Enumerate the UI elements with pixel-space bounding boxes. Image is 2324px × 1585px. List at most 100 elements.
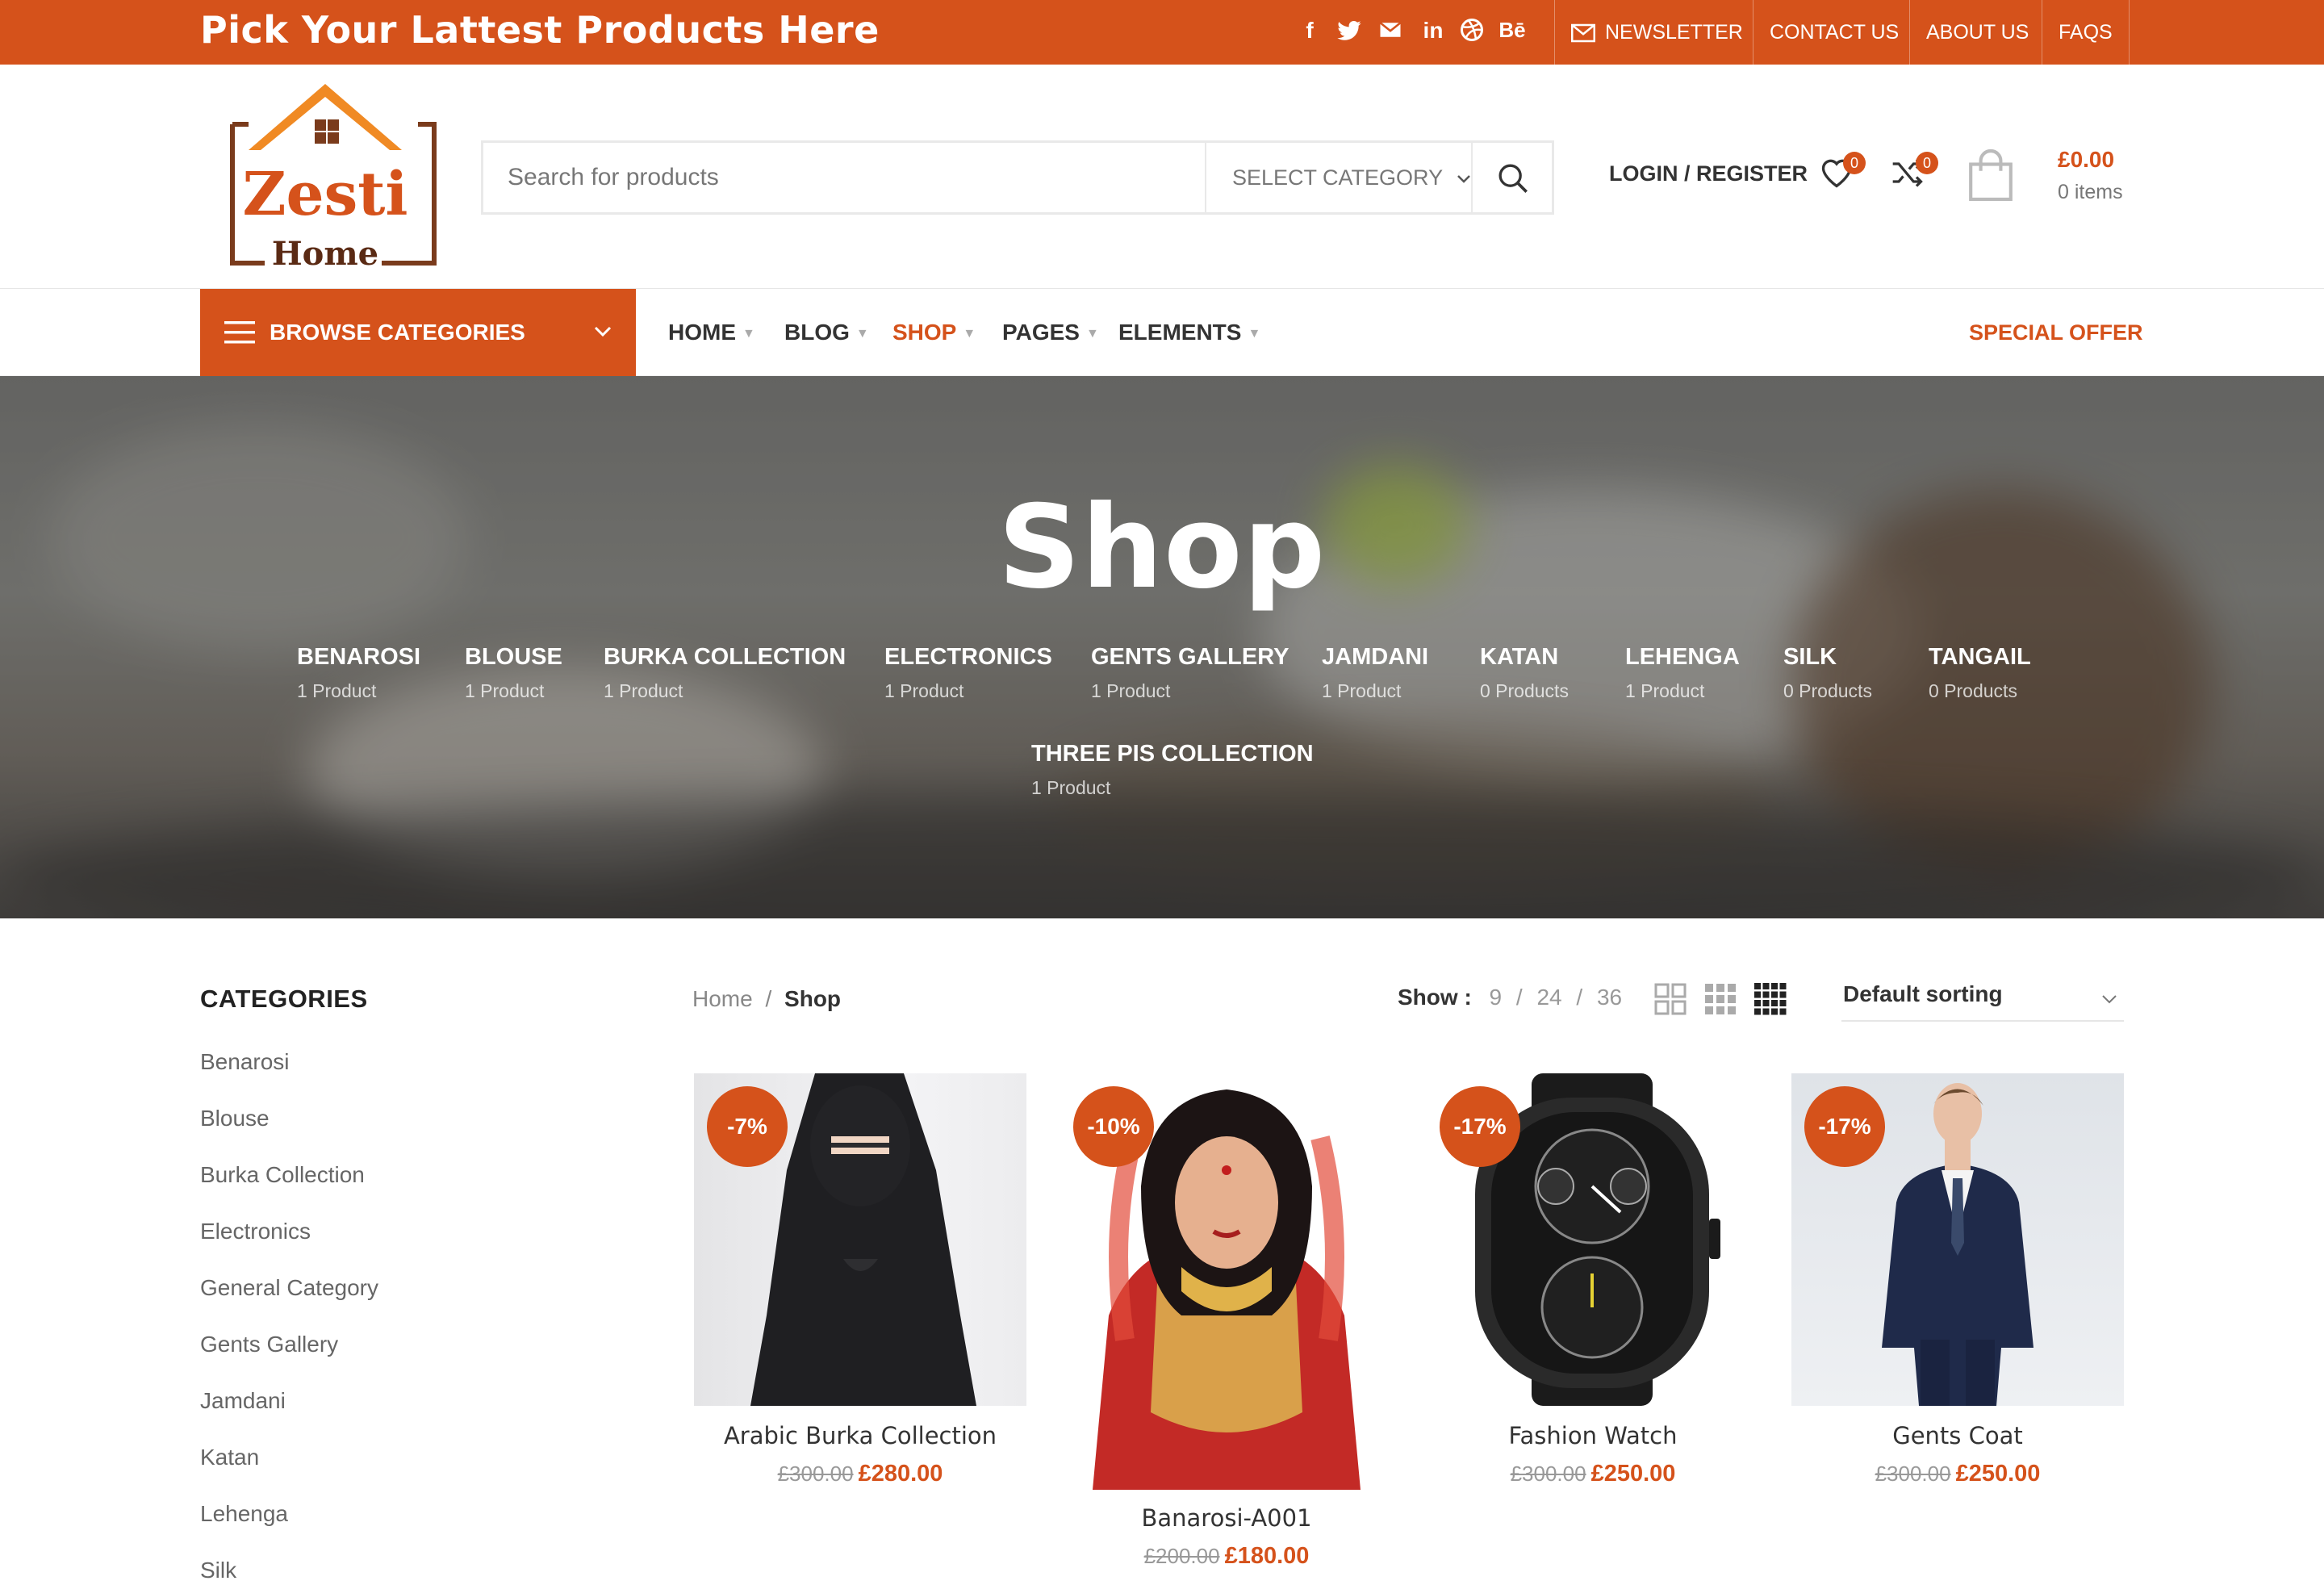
grid-3-columns-icon[interactable]: [1704, 983, 1737, 1015]
nav-elements-label: ELEMENTS: [1118, 320, 1242, 345]
linkedin-icon[interactable]: in: [1419, 18, 1448, 47]
hero-category-benarosi[interactable]: BENAROSI 1 Product: [297, 644, 420, 702]
product-name[interactable]: Arabic Burka Collection: [694, 1422, 1026, 1449]
product-old-price: £300.00: [1510, 1462, 1586, 1486]
top-bar-tagline: Pick Your Lattest Products Here: [200, 8, 880, 52]
grid-4-columns-icon[interactable]: [1754, 983, 1787, 1015]
sidebar-item-blouse[interactable]: Blouse: [200, 1106, 270, 1131]
hero-category-burka-collection[interactable]: BURKA COLLECTION 1 Product: [604, 644, 846, 702]
product-old-price: £300.00: [777, 1462, 854, 1486]
dribbble-icon[interactable]: [1457, 18, 1486, 47]
product-sale-price: £180.00: [1224, 1543, 1310, 1569]
facebook-icon[interactable]: f: [1301, 18, 1319, 47]
behance-icon[interactable]: Bē: [1494, 18, 1530, 47]
sidebar-item-silk[interactable]: Silk: [200, 1558, 236, 1583]
product-old-price: £300.00: [1875, 1462, 1951, 1486]
newsletter-link[interactable]: NEWSLETTER: [1554, 0, 1759, 65]
product-price: £300.00 £250.00: [1427, 1461, 1759, 1487]
discount-badge: -17%: [1804, 1086, 1885, 1167]
hero-category-katan[interactable]: KATAN 0 Products: [1480, 644, 1569, 702]
faqs-link[interactable]: FAQS: [2042, 0, 2130, 65]
product-sale-price: £280.00: [858, 1461, 943, 1487]
hero-category-silk[interactable]: SILK 0 Products: [1783, 644, 1872, 702]
sidebar-item-burka-collection[interactable]: Burka Collection: [200, 1162, 365, 1188]
product-image[interactable]: -7%: [694, 1073, 1026, 1406]
newsletter-label: NEWSLETTER: [1605, 21, 1743, 44]
sidebar-item-katan[interactable]: Katan: [200, 1445, 259, 1470]
sort-select[interactable]: Default sorting: [1841, 978, 2124, 1022]
hero-category-gents-gallery[interactable]: GENTS GALLERY 1 Product: [1091, 644, 1289, 702]
show-option-24[interactable]: 24: [1536, 985, 1561, 1010]
logo-word-zesti: Zesti: [242, 160, 408, 229]
hero-category-name: BLOUSE: [465, 644, 562, 670]
discount-badge: -10%: [1073, 1086, 1154, 1167]
hero-category-count: 1 Product: [1091, 680, 1171, 701]
show-label: Show :: [1398, 985, 1472, 1010]
hero-category-electronics[interactable]: ELECTRONICS 1 Product: [884, 644, 1052, 702]
hero-category-count: 1 Product: [1625, 680, 1705, 701]
chevron-down-icon: ▼: [855, 326, 869, 341]
hero-category-three-pis-collection[interactable]: THREE PIS COLLECTION 1 Product: [1031, 741, 1314, 799]
nav-shop[interactable]: SHOP ▼: [892, 289, 976, 376]
product-image[interactable]: -17%: [1427, 1073, 1759, 1406]
nav-elements[interactable]: ELEMENTS ▼: [1118, 289, 1260, 376]
hero-category-count: 1 Product: [297, 680, 377, 701]
sidebar-item-benarosi[interactable]: Benarosi: [200, 1049, 290, 1075]
hero-category-tangail[interactable]: TANGAIL 0 Products: [1929, 644, 2031, 702]
sidebar-item-gents-gallery[interactable]: Gents Gallery: [200, 1332, 338, 1357]
show-option-9[interactable]: 9: [1490, 985, 1503, 1010]
breadcrumb-separator: /: [765, 986, 772, 1011]
discount-badge: -7%: [707, 1086, 788, 1167]
menu-icon: [224, 321, 255, 344]
sidebar-item-jamdani[interactable]: Jamdani: [200, 1388, 286, 1414]
hero-category-name: SILK: [1783, 644, 1837, 670]
search-icon: [1498, 164, 1528, 193]
hero-category-count: 0 Products: [1783, 680, 1872, 701]
product-image[interactable]: -10%: [1060, 1073, 1393, 1490]
breadcrumb-home-link[interactable]: Home: [692, 986, 753, 1011]
product-name[interactable]: Banarosi-A001: [1060, 1504, 1393, 1532]
sidebar-item-general-category[interactable]: General Category: [200, 1275, 378, 1301]
twitter-icon[interactable]: [1335, 18, 1364, 47]
cart-button[interactable]: [1966, 148, 2016, 203]
nav-pages[interactable]: PAGES ▼: [1002, 289, 1099, 376]
product-price: £300.00 £280.00: [694, 1461, 1026, 1487]
special-offer-link[interactable]: SPECIAL OFFER: [1969, 289, 2143, 376]
discount-badge: -17%: [1440, 1086, 1520, 1167]
browse-categories-button[interactable]: BROWSE CATEGORIES: [200, 289, 636, 376]
category-select-label: SELECT CATEGORY: [1232, 165, 1443, 190]
show-option-36[interactable]: 36: [1597, 985, 1622, 1010]
shopping-bag-icon: [1969, 148, 2013, 202]
site-logo[interactable]: Zesti Home: [208, 77, 442, 279]
product-image[interactable]: -17%: [1791, 1073, 2124, 1406]
envelope-icon[interactable]: [1377, 18, 1404, 47]
hero-category-name: GENTS GALLERY: [1091, 644, 1289, 670]
nav-home[interactable]: HOME ▼: [668, 289, 755, 376]
hero-category-blouse[interactable]: BLOUSE 1 Product: [465, 644, 562, 702]
sidebar-item-lehenga[interactable]: Lehenga: [200, 1501, 288, 1527]
chevron-down-icon: [1457, 174, 1470, 183]
nav-home-label: HOME: [668, 320, 736, 345]
chevron-down-icon: [594, 326, 612, 337]
product-old-price: £200.00: [1143, 1544, 1220, 1568]
products-per-page: Show : 9 / 24 / 36: [1398, 985, 1623, 1010]
search-button[interactable]: [1473, 143, 1552, 212]
search-bar: Search for products SELECT CATEGORY: [481, 140, 1554, 215]
hero-category-name: JAMDANI: [1322, 644, 1429, 670]
search-input[interactable]: Search for products: [508, 143, 719, 212]
about-us-link[interactable]: ABOUT US: [1909, 0, 2045, 65]
category-select[interactable]: SELECT CATEGORY: [1232, 143, 1471, 212]
sidebar-item-electronics[interactable]: Electronics: [200, 1219, 311, 1244]
product-name[interactable]: Gents Coat: [1791, 1422, 2124, 1449]
nav-blog[interactable]: BLOG ▼: [784, 289, 869, 376]
chevron-down-icon: ▼: [742, 326, 755, 341]
contact-us-link[interactable]: CONTACT US: [1753, 0, 1915, 65]
hero-category-jamdani[interactable]: JAMDANI 1 Product: [1322, 644, 1428, 702]
product-name[interactable]: Fashion Watch: [1427, 1422, 1759, 1449]
hero-category-count: 0 Products: [1929, 680, 2017, 701]
cart-amount[interactable]: £0.00: [2058, 147, 2114, 173]
grid-2-columns-icon[interactable]: [1654, 983, 1687, 1015]
logo-word-home: Home: [272, 235, 378, 273]
login-register-link[interactable]: LOGIN / REGISTER: [1609, 161, 1808, 186]
hero-category-lehenga[interactable]: LEHENGA 1 Product: [1625, 644, 1740, 702]
